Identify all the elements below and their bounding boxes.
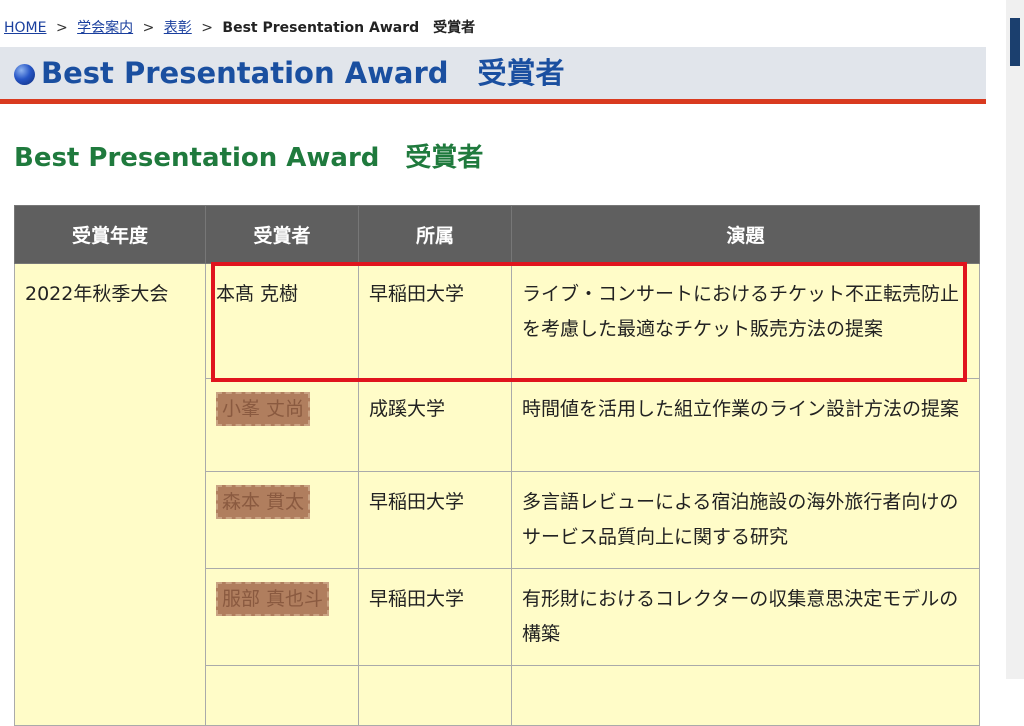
vertical-scrollbar[interactable]: [1006, 0, 1024, 679]
affiliation-cell: 早稲田大学: [358, 568, 512, 666]
scrollbar-thumb[interactable]: [1010, 18, 1020, 66]
affiliation-cell: [358, 665, 512, 726]
redacted-name: 服部 真也斗: [216, 582, 330, 616]
awards-table: 受賞年度 受賞者 所属 演題 2022年秋季大会 本髙 克樹 早稲田大学 ライブ…: [14, 205, 980, 726]
affiliation-cell: 早稲田大学: [358, 263, 512, 379]
table-row: 2022年秋季大会 本髙 克樹 早稲田大学 ライブ・コンサートにおけるチケット不…: [14, 263, 980, 726]
breadcrumb-separator: >: [201, 20, 213, 36]
breadcrumb-awards-link[interactable]: 表彰: [164, 20, 192, 36]
breadcrumb-separator: >: [142, 20, 155, 36]
title-cell: 有形財におけるコレクターの収集意思決定モデルの構築: [511, 568, 980, 666]
awardee-cell: 小峯 丈尚: [205, 378, 359, 472]
header-affiliation: 所属: [358, 205, 512, 264]
title-cell: ライブ・コンサートにおけるチケット不正転売防止を考慮した最適なチケット販売方法の…: [511, 263, 980, 379]
page-title: Best Presentation Award 受賞者: [0, 47, 986, 99]
breadcrumb-current: Best Presentation Award 受賞者: [222, 20, 476, 36]
awardee-cell: 本髙 克樹: [205, 263, 359, 379]
breadcrumb: HOME > 学会案内 > 表彰 > Best Presentation Awa…: [4, 18, 475, 38]
year-cell: 2022年秋季大会: [14, 263, 206, 726]
header-title: 演題: [511, 205, 980, 264]
title-cell: 時間値を活用した組立作業のライン設計方法の提案: [511, 378, 980, 472]
redacted-name: 森本 貫太: [216, 485, 311, 519]
title-cell: 多言語レビューによる宿泊施設の海外旅行者向けのサービス品質向上に関する研究: [511, 471, 980, 569]
affiliation-cell: 早稲田大学: [358, 471, 512, 569]
breadcrumb-home-link[interactable]: HOME: [4, 20, 46, 36]
table-header-row: 受賞年度 受賞者 所属 演題: [14, 205, 980, 264]
blue-bullet-icon: [14, 64, 35, 85]
awardee-cell: 服部 真也斗: [205, 568, 359, 666]
redacted-name: 小峯 丈尚: [216, 392, 311, 426]
breadcrumb-about-link[interactable]: 学会案内: [77, 20, 133, 36]
breadcrumb-separator: >: [55, 20, 68, 36]
section-heading: Best Presentation Award 受賞者: [14, 143, 484, 173]
awardee-cell: 森本 貫太: [205, 471, 359, 569]
page-title-text: Best Presentation Award 受賞者: [41, 56, 565, 90]
page-title-band: Best Presentation Award 受賞者: [0, 47, 986, 104]
title-cell: [511, 665, 980, 726]
header-year: 受賞年度: [14, 205, 206, 264]
affiliation-cell: 成蹊大学: [358, 378, 512, 472]
awardee-cell: [205, 665, 359, 726]
header-awardee: 受賞者: [205, 205, 359, 264]
